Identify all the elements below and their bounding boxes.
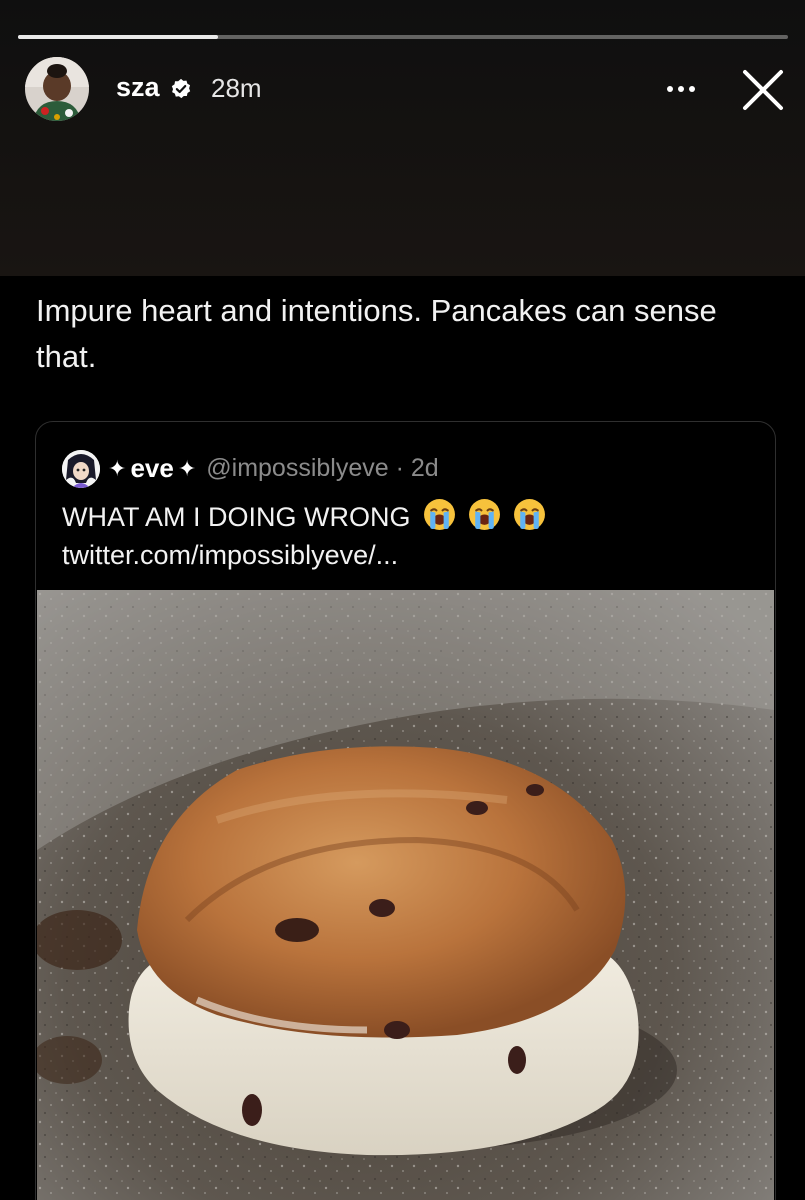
- quoted-tweet-header: ✦ eve ✦ @impossiblyeve · 2d: [108, 453, 439, 484]
- story-time-ago: 28m: [211, 73, 262, 103]
- close-icon: [743, 70, 783, 110]
- more-options-button[interactable]: [659, 72, 703, 106]
- close-story-button[interactable]: [740, 67, 786, 113]
- quoted-tweet-link[interactable]: twitter.com/impossiblyeve/...: [62, 540, 398, 571]
- verified-badge-icon: [171, 78, 191, 99]
- loudly-crying-face-icon: [468, 499, 500, 530]
- loudly-crying-face-icon: [423, 499, 455, 530]
- quoted-tweet-text: WHAT AM I DOING WRONG: [62, 501, 411, 532]
- sparkle-decoration-right: ✦: [177, 455, 197, 481]
- quoted-tweet-body: WHAT AM I DOING WRONG: [62, 498, 546, 536]
- avatar-image: [62, 450, 100, 488]
- quoted-tweet-display-name[interactable]: eve: [130, 453, 173, 484]
- loudly-crying-face-icon: [513, 499, 545, 530]
- pancake-photo[interactable]: [37, 590, 774, 1200]
- story-progress-bar: [18, 35, 788, 39]
- quoted-tweet-card[interactable]: ✦ eve ✦ @impossiblyeve · 2d WHAT AM I DO…: [35, 421, 776, 1200]
- profile-avatar[interactable]: [25, 57, 89, 121]
- story-viewer: sza 28m Impure heart and intentions. Pan…: [0, 0, 805, 1200]
- sparkle-decoration-left: ✦: [108, 455, 127, 481]
- story-progress-fill: [18, 35, 219, 39]
- story-username[interactable]: sza: [116, 72, 160, 103]
- post-caption: Impure heart and intentions. Pancakes ca…: [36, 293, 717, 374]
- more-horizontal-icon: [667, 86, 695, 92]
- emoji-group: [411, 498, 546, 536]
- quoted-tweet-avatar[interactable]: [62, 450, 100, 488]
- avatar-image: [25, 57, 89, 121]
- quoted-tweet-handle-and-time: @impossiblyeve · 2d: [206, 454, 439, 482]
- story-header-background: [0, 0, 805, 276]
